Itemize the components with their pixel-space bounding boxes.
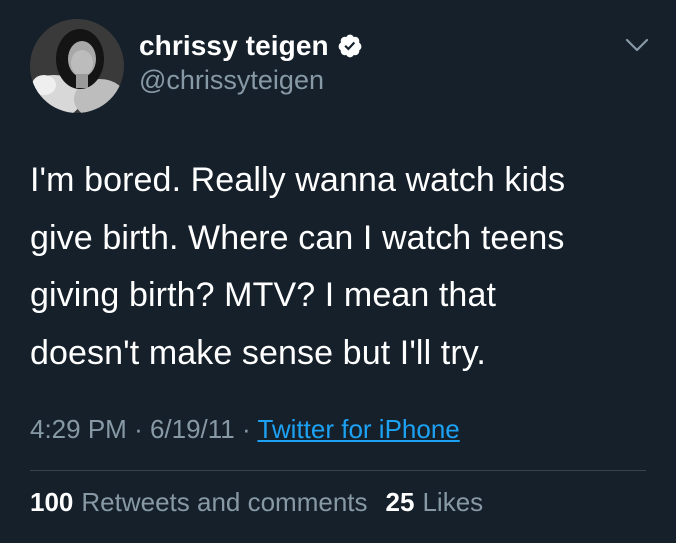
tweet-time[interactable]: 4:29 PM bbox=[30, 414, 127, 444]
tweet-date[interactable]: 6/19/11 bbox=[150, 414, 235, 444]
retweets-stat[interactable]: 100 Retweets and comments bbox=[30, 487, 368, 518]
avatar[interactable] bbox=[30, 19, 124, 113]
source-link[interactable]: Twitter for iPhone bbox=[257, 414, 459, 444]
meta-separator: · bbox=[134, 414, 150, 444]
likes-count: 25 bbox=[385, 487, 415, 517]
tweet-meta: 4:29 PM · 6/19/11 · Twitter for iPhone bbox=[30, 414, 460, 445]
likes-label: Likes bbox=[422, 487, 484, 517]
chevron-down-icon[interactable] bbox=[624, 36, 650, 54]
author-row[interactable]: chrissy teigen bbox=[139, 29, 363, 63]
tweet-text: I'm bored. Really wanna watch kids give … bbox=[30, 161, 566, 372]
avatar-photo bbox=[30, 19, 124, 113]
verified-badge-icon bbox=[338, 34, 362, 58]
handle[interactable]: @chrissyteigen bbox=[139, 65, 324, 96]
retweets-count: 100 bbox=[30, 487, 74, 517]
divider bbox=[30, 470, 646, 471]
engagement-stats: 100 Retweets and comments 25 Likes bbox=[30, 487, 483, 518]
retweets-label: Retweets and comments bbox=[81, 487, 368, 517]
meta-separator: · bbox=[242, 414, 258, 444]
tweet-card: chrissy teigen @chrissyteigen I'm bored.… bbox=[0, 0, 676, 543]
likes-stat[interactable]: 25 Likes bbox=[386, 487, 484, 518]
display-name[interactable]: chrissy teigen bbox=[139, 30, 329, 62]
